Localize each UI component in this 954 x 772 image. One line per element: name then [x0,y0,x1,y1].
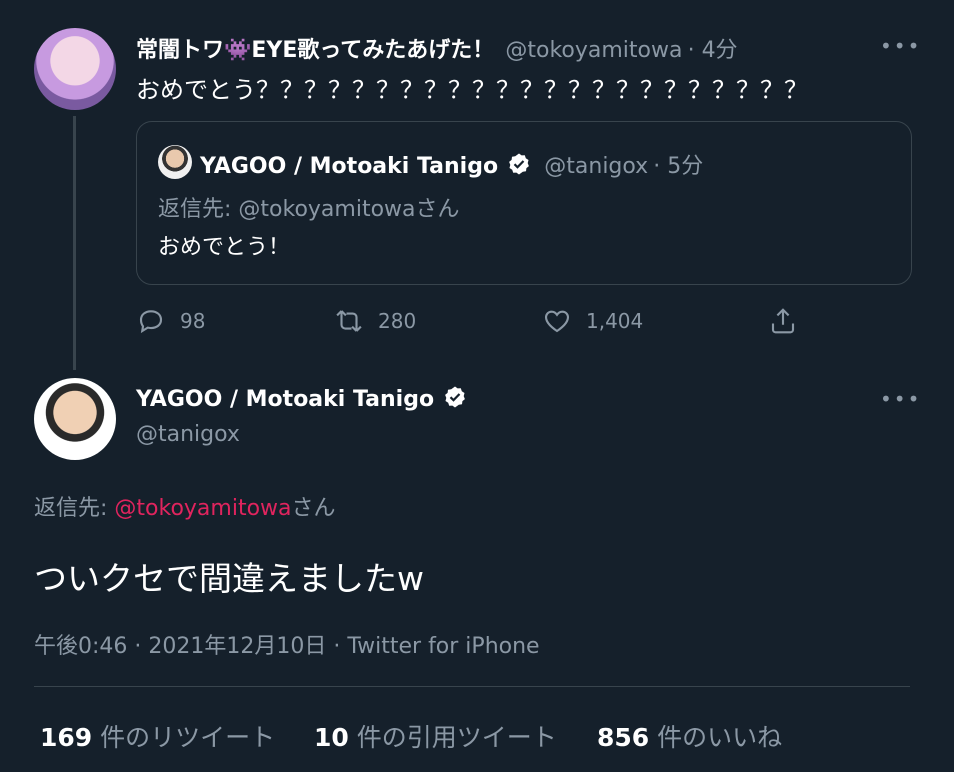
like-count: 1,404 [586,309,644,333]
quotes-stat[interactable]: 10 件の引用ツイート [314,718,557,754]
retweets-count: 169 [40,723,93,752]
divider [34,686,910,687]
handle[interactable]: @tanigox [136,422,240,447]
reply-icon [139,310,163,334]
handle[interactable]: @tokoyamitowa [505,38,682,63]
more-options-icon[interactable]: ••• [880,387,921,411]
verified-badge-icon [445,386,466,408]
quoted-display-name: YAGOO / Motoaki Tanigo [200,154,499,179]
avatar[interactable] [34,378,116,460]
quoted-time: · 5分 [653,154,704,179]
reply-mention-link[interactable]: @tokoyamitowa [114,496,291,521]
quoted-header: YAGOO / Motoaki Tanigo @tanigox · 5分 [200,148,703,180]
quotes-label: 件の引用ツイート [348,723,557,752]
display-name[interactable]: YAGOO / Motoaki Tanigo [136,387,434,412]
likes-label: 件のいいね [649,723,783,752]
reply-to-suffix: さん [291,496,336,521]
retweet-button[interactable]: 280 [334,306,416,336]
avatar[interactable] [34,28,116,110]
share-button[interactable] [768,306,798,336]
main-tweet-header: YAGOO / Motoaki Tanigo [136,385,467,412]
heart-icon [544,310,570,333]
quoted-reply-to: 返信先: @tokoyamitowaさん [158,197,460,222]
tweet-time[interactable]: · 4分 [688,38,738,63]
tweet-timestamp[interactable]: 午後0:46 · 2021年12月10日 · Twitter for iPhon… [34,628,540,660]
retweet-icon [336,310,362,332]
quoted-handle: @tanigox [544,154,649,179]
like-button[interactable]: 1,404 [542,306,643,336]
verified-badge-icon [509,153,530,175]
retweets-stat[interactable]: 169 件のリツイート [40,718,275,754]
quoted-text: おめでとう！ [158,235,291,260]
likes-count: 856 [597,723,650,752]
more-options-icon[interactable]: ••• [880,34,921,58]
likes-stat[interactable]: 856 件のいいね [597,718,782,754]
retweets-label: 件のリツイート [92,723,276,752]
reply-button[interactable]: 98 [136,306,205,336]
parent-tweet-header: 常闇トワ👾EYE歌ってみたあげた！ @tokoyamitowa · 4分 [136,32,738,64]
display-name[interactable]: 常闇トワ👾EYE歌ってみたあげた！ [136,38,494,63]
tweet-text: おめでとう？？？？？？？？？？？？？？？？？？？？？？？ [136,76,808,104]
retweet-count: 280 [378,309,417,333]
quotes-count: 10 [314,723,349,752]
reply-to-prefix: 返信先: [34,496,115,521]
quoted-avatar [158,145,192,179]
share-icon [771,308,795,334]
thread-connector [73,116,76,370]
reply-to: 返信先: @tokoyamitowaさん [34,490,336,522]
tweet-text: ついクセで間違えましたw [34,559,424,598]
reply-count: 98 [180,309,206,333]
